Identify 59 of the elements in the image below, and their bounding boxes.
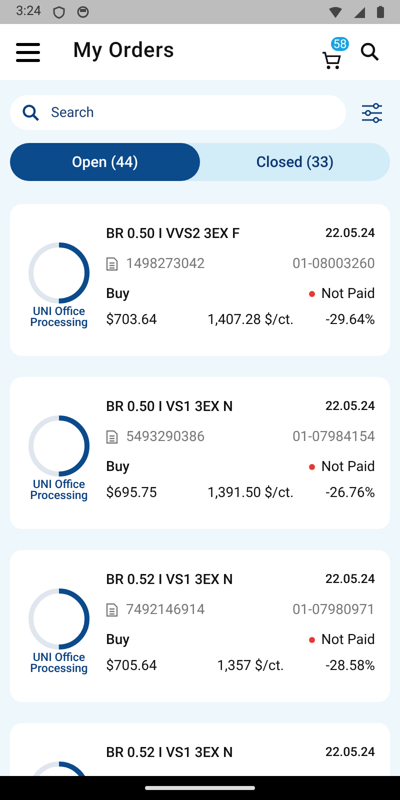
order-date: 22.05.24	[325, 570, 375, 589]
price-per-carat: 1,357 $/ct.	[217, 656, 284, 676]
document-icon	[106, 257, 118, 271]
order-date: 22.05.24	[325, 398, 375, 416]
discount: -26.76%	[324, 484, 375, 502]
tab[interactable]: Closed (33)	[200, 143, 390, 181]
order-card[interactable]: BR 0.52 I VS1 3EX N 22.05.24	[10, 723, 390, 776]
progress-ring	[28, 415, 90, 477]
order-status: UNI Office Processing	[29, 479, 89, 501]
battery-icon	[377, 6, 384, 18]
order-price: $695.75	[106, 484, 158, 502]
order-status: UNI Office Processing	[29, 652, 89, 674]
order-card[interactable]: UNI Office Processing BR 0.52 I VS1 3EX N 22.05.24 7492146914 01-07980971 Buy Not Paid $705.64 1,357 $/ct. -28.58%	[10, 550, 390, 702]
payment-status: Not Paid	[321, 458, 375, 476]
price-per-carat: 1,391.50 $/ct.	[207, 484, 294, 502]
document-icon	[106, 603, 118, 617]
search-icon	[360, 42, 380, 62]
order-number: 01-07984154	[292, 428, 375, 446]
cart-badge: 58	[331, 36, 349, 50]
page-title: My Orders	[73, 38, 175, 66]
cart-button[interactable]	[320, 50, 344, 70]
document-icon	[106, 430, 118, 444]
status-time: 3:24	[16, 3, 42, 22]
order-type: Buy	[106, 284, 130, 304]
order-card[interactable]: UNI Office Processing BR 0.50 I VVS2 3EX F 22.05.24 1498273042 01-08003260 Buy Not Paid $703.64 1,407.28 $/ct. -29.64%	[10, 204, 390, 356]
sliders-icon	[361, 102, 383, 124]
order-status: UNI Office Processing	[29, 306, 89, 328]
price-per-carat: 1,407.28 $/ct.	[207, 310, 294, 330]
payment-status: Not Paid	[321, 284, 375, 304]
home-handle[interactable]	[145, 786, 255, 790]
order-date: 22.05.24	[325, 744, 375, 762]
order-title: BR 0.50 I VVS2 3EX F	[106, 224, 240, 244]
order-card[interactable]: UNI Office Processing BR 0.50 I VS1 3EX N 22.05.24 5493290386 01-07984154 Buy Not Paid $695.75 1,391.50 $/ct. -26.76%	[10, 377, 390, 529]
menu-button[interactable]	[16, 40, 40, 64]
search-field[interactable]: Search	[10, 95, 346, 130]
discount: -29.64%	[324, 310, 375, 330]
signal-icon	[354, 6, 365, 18]
shield-icon	[53, 6, 66, 18]
order-title: BR 0.52 I VS1 3EX N	[106, 570, 233, 590]
order-title: BR 0.52 I VS1 3EX N	[106, 744, 233, 762]
tab[interactable]: Open (44)	[10, 143, 200, 181]
document-number: 1498273042	[126, 254, 205, 274]
progress-ring	[28, 242, 90, 304]
wifi-icon	[329, 6, 342, 18]
cart-icon	[320, 50, 344, 70]
order-type: Buy	[106, 630, 130, 650]
order-number: 01-07980971	[292, 600, 375, 620]
order-title: BR 0.50 I VS1 3EX N	[106, 398, 233, 416]
payment-status: Not Paid	[321, 630, 375, 650]
order-type: Buy	[106, 458, 130, 476]
document-number: 5493290386	[126, 428, 205, 446]
order-price: $705.64	[106, 656, 158, 676]
search-icon	[22, 104, 40, 122]
order-date: 22.05.24	[325, 224, 375, 243]
order-price: $703.64	[106, 310, 158, 330]
discount: -28.58%	[324, 656, 375, 676]
document-number: 7492146914	[126, 600, 205, 620]
order-number: 01-08003260	[292, 254, 375, 274]
progress-ring	[28, 588, 90, 650]
